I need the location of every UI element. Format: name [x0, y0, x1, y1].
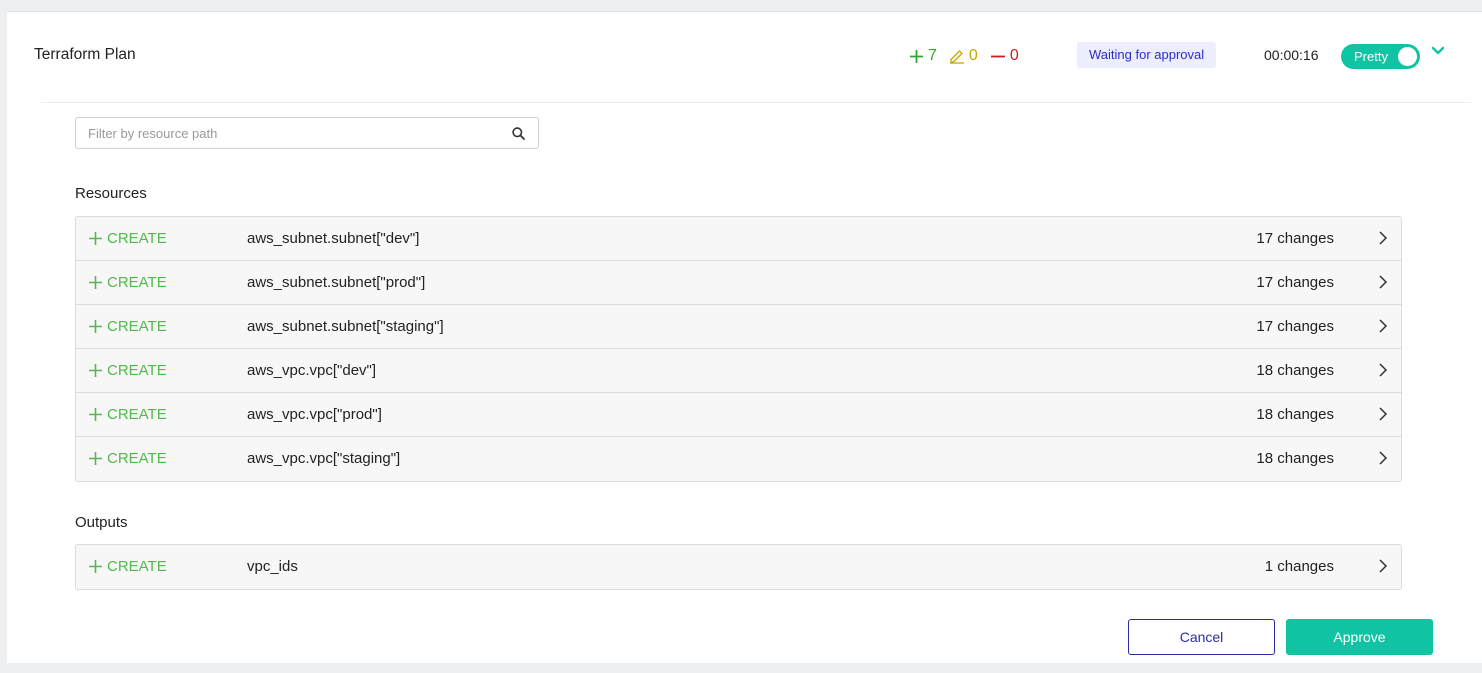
pretty-toggle-label: Pretty [1354, 49, 1388, 64]
collapse-button[interactable] [1431, 44, 1445, 63]
resource-row[interactable]: CREATE aws_vpc.vpc["prod"] 18 changes [76, 393, 1401, 437]
resource-path: aws_subnet.subnet["dev"] [247, 230, 420, 247]
resource-action: CREATE [88, 230, 167, 247]
action-label: CREATE [107, 406, 167, 423]
plus-icon [910, 49, 923, 63]
outputs-heading: Outputs [75, 514, 128, 531]
chevron-right-icon [1379, 319, 1388, 333]
minus-icon [990, 55, 1005, 57]
action-label: CREATE [107, 450, 167, 467]
resource-filter [75, 117, 539, 149]
plus-icon [89, 560, 102, 573]
change-counts: 7 0 0 [909, 45, 1031, 67]
output-changes: 1 changes [1264, 558, 1334, 575]
plan-title: Terraform Plan [34, 46, 136, 63]
action-label: CREATE [107, 274, 167, 291]
plus-icon [89, 320, 102, 333]
resource-changes: 17 changes [1256, 230, 1334, 247]
resource-row[interactable]: CREATE aws_subnet.subnet["staging"] 17 c… [76, 305, 1401, 349]
header-divider [41, 102, 1471, 103]
plus-icon [89, 276, 102, 289]
output-row[interactable]: CREATE vpc_ids 1 changes [76, 545, 1401, 589]
resource-path: aws_subnet.subnet["staging"] [247, 318, 444, 335]
pencil-icon [949, 50, 964, 64]
chevron-right-icon [1379, 407, 1388, 421]
resource-action: CREATE [88, 362, 167, 379]
chevron-right-icon [1379, 451, 1388, 465]
action-label: CREATE [107, 558, 167, 575]
elapsed-time: 00:00:16 [1264, 47, 1319, 63]
chevron-right-icon [1379, 275, 1388, 289]
add-count: 7 [909, 47, 937, 65]
chevron-right-icon [1379, 363, 1388, 377]
change-count-value: 0 [968, 47, 978, 64]
page-background-strip [7, 663, 1482, 673]
resource-changes: 17 changes [1256, 274, 1334, 291]
output-path: vpc_ids [247, 558, 298, 575]
plus-icon [89, 452, 102, 465]
change-count: 0 [949, 47, 978, 65]
pretty-toggle[interactable]: Pretty [1341, 44, 1420, 69]
resource-row[interactable]: CREATE aws_subnet.subnet["prod"] 17 chan… [76, 261, 1401, 305]
search-input[interactable] [77, 119, 497, 147]
approve-button[interactable]: Approve [1286, 619, 1433, 655]
plus-icon [89, 408, 102, 421]
resource-path: aws_vpc.vpc["dev"] [247, 362, 377, 379]
action-label: CREATE [107, 318, 167, 335]
resource-changes: 17 changes [1256, 318, 1334, 335]
plan-header[interactable]: Terraform Plan 7 0 0 Waiting for approva… [7, 12, 1482, 102]
chevron-right-icon [1379, 231, 1388, 245]
resource-action: CREATE [88, 274, 167, 291]
resources-list: CREATE aws_subnet.subnet["dev"] 17 chang… [75, 216, 1402, 482]
resource-row[interactable]: CREATE aws_subnet.subnet["dev"] 17 chang… [76, 217, 1401, 261]
outputs-list: CREATE vpc_ids 1 changes [75, 544, 1402, 590]
resource-changes: 18 changes [1256, 406, 1334, 423]
action-label: CREATE [107, 230, 167, 247]
resource-changes: 18 changes [1256, 450, 1334, 467]
resource-row[interactable]: CREATE aws_vpc.vpc["dev"] 18 changes [76, 349, 1401, 393]
terraform-plan-card: Terraform Plan 7 0 0 Waiting for approva… [7, 11, 1482, 663]
destroy-count-value: 0 [1009, 47, 1019, 64]
cancel-button[interactable]: Cancel [1128, 619, 1275, 655]
search-icon[interactable] [512, 127, 525, 140]
resource-action: CREATE [88, 406, 167, 423]
resource-path: aws_vpc.vpc["prod"] [247, 406, 382, 423]
resource-action: CREATE [88, 318, 167, 335]
output-action: CREATE [88, 558, 167, 575]
chevron-right-icon [1379, 559, 1388, 573]
add-count-value: 7 [928, 47, 937, 64]
status-badge: Waiting for approval [1077, 42, 1217, 68]
resource-row[interactable]: CREATE aws_vpc.vpc["staging"] 18 changes [76, 437, 1401, 481]
chevron-down-icon [1431, 46, 1445, 55]
plus-icon [89, 364, 102, 377]
resource-changes: 18 changes [1256, 362, 1334, 379]
plus-icon [89, 232, 102, 245]
resources-heading: Resources [75, 185, 147, 202]
action-label: CREATE [107, 362, 167, 379]
resource-path: aws_vpc.vpc["staging"] [247, 450, 401, 467]
destroy-count: 0 [990, 47, 1019, 65]
resource-action: CREATE [88, 450, 167, 467]
resource-path: aws_subnet.subnet["prod"] [247, 274, 426, 291]
toggle-knob [1398, 47, 1417, 66]
